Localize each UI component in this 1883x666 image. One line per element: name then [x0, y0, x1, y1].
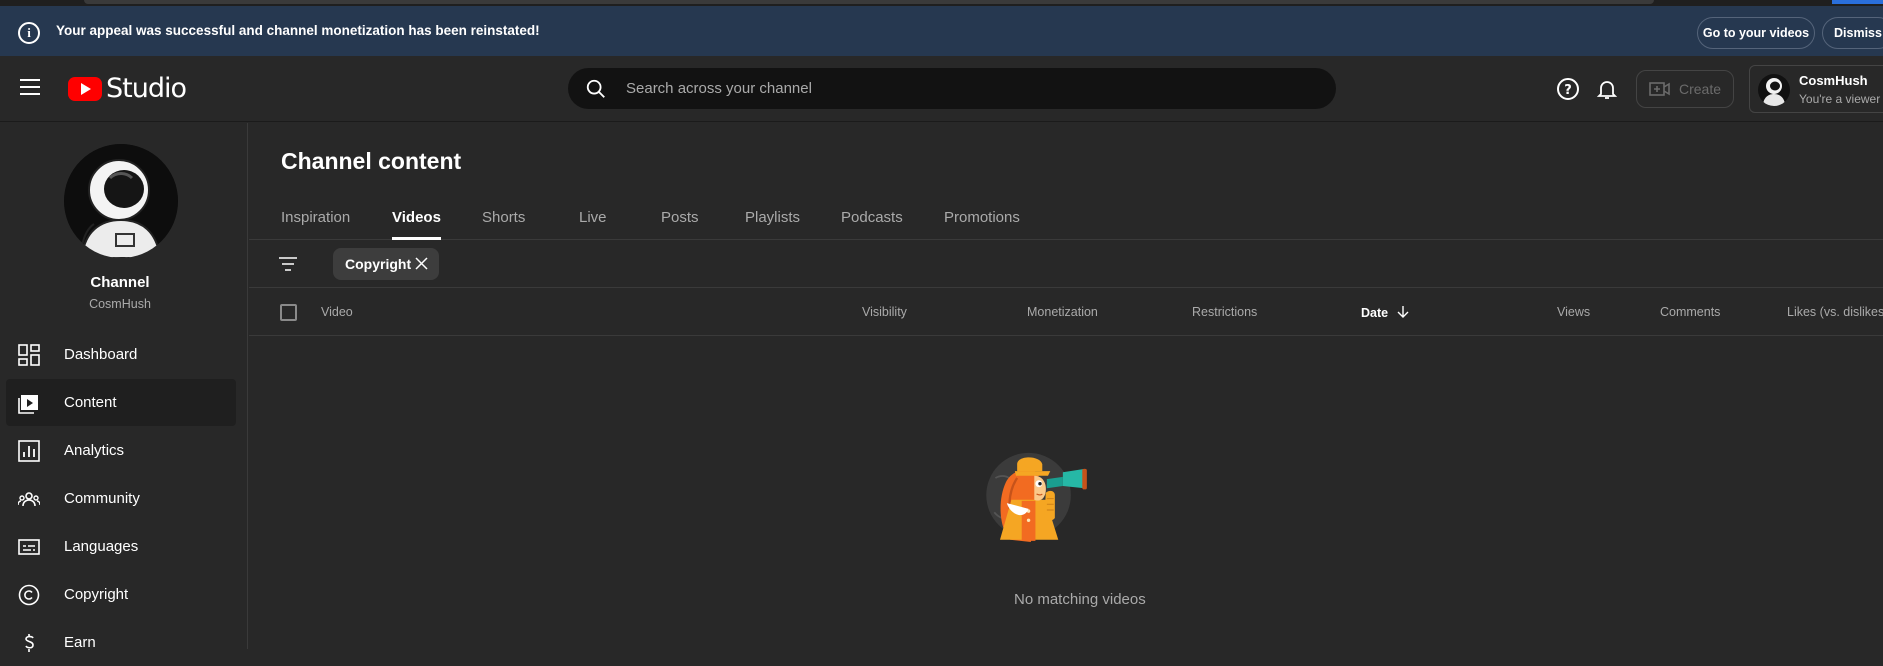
create-label: Create — [1678, 81, 1722, 97]
tab-videos[interactable]: Videos — [392, 209, 441, 226]
column-views: Views — [1557, 305, 1591, 319]
analytics-icon — [18, 440, 40, 462]
accent-strip — [1832, 0, 1883, 4]
filter-icon[interactable] — [278, 255, 298, 273]
sidebar-item-label: Earn — [64, 634, 96, 651]
content-icon — [18, 395, 38, 414]
channel-name: CosmHush — [89, 297, 151, 311]
sidebar-item-analytics[interactable]: Analytics — [6, 427, 236, 474]
column-monetization: Monetization — [1027, 305, 1098, 319]
studio-logo[interactable]: Studio — [68, 73, 187, 104]
dashboard-icon — [18, 344, 40, 366]
sidebar: Channel CosmHush Dashboard Content Analy… — [0, 123, 248, 652]
search-icon — [586, 79, 605, 98]
channel-avatar[interactable] — [64, 144, 178, 258]
account-name: CosmHush — [1799, 73, 1868, 88]
copyright-icon — [18, 584, 40, 606]
search-input[interactable]: Search across your channel — [626, 80, 812, 97]
tab-playlists[interactable]: Playlists — [745, 209, 800, 226]
account-role: You're a viewer — [1799, 92, 1881, 106]
go-to-videos-button[interactable]: Go to your videos — [1697, 17, 1815, 49]
app-header: Studio Search across your channel ? Crea… — [0, 56, 1883, 122]
menu-icon[interactable] — [20, 79, 40, 95]
column-comments: Comments — [1660, 305, 1721, 319]
close-icon[interactable] — [415, 257, 428, 270]
filter-bar: Copyright — [249, 240, 1883, 288]
search-bar[interactable]: Search across your channel — [568, 68, 1336, 109]
account-switcher[interactable]: CosmHush You're a viewer — [1749, 65, 1883, 113]
column-visibility: Visibility — [862, 305, 907, 319]
tab-shorts[interactable]: Shorts — [482, 209, 525, 226]
tab-podcasts[interactable]: Podcasts — [841, 209, 903, 226]
sidebar-item-label: Analytics — [64, 442, 125, 459]
sidebar-item-languages[interactable]: Languages — [6, 523, 236, 570]
content-tabs: Inspiration Videos Shorts Live Posts Pla… — [249, 195, 1883, 240]
empty-state-illustration — [986, 452, 1087, 542]
tab-promotions[interactable]: Promotions — [944, 209, 1020, 226]
filter-chip-label: Copyright — [345, 256, 412, 272]
help-icon[interactable]: ? — [1556, 77, 1580, 101]
sidebar-item-label: Copyright — [64, 586, 129, 603]
column-video: Video — [321, 305, 353, 319]
select-all-checkbox[interactable] — [280, 304, 297, 321]
column-date[interactable]: Date — [1361, 305, 1410, 320]
page-title: Channel content — [281, 148, 462, 174]
tab-live[interactable]: Live — [579, 209, 607, 226]
sort-down-arrow-icon — [1397, 306, 1409, 318]
notifications-bell-icon[interactable] — [1595, 77, 1619, 101]
tab-inspiration[interactable]: Inspiration — [281, 209, 350, 226]
logo-text: Studio — [106, 73, 187, 104]
column-date-label: Date — [1361, 306, 1389, 320]
column-restrictions: Restrictions — [1192, 305, 1258, 319]
svg-text:?: ? — [1564, 83, 1572, 98]
video-plus-icon — [1649, 82, 1670, 96]
info-icon: i — [18, 22, 40, 44]
sidebar-item-label: Dashboard — [64, 346, 138, 363]
sidebar-item-label: Content — [64, 394, 117, 411]
empty-state-message: No matching videos — [1014, 591, 1146, 608]
filter-chip-copyright[interactable]: Copyright — [333, 248, 439, 280]
dismiss-button[interactable]: Dismiss — [1822, 17, 1883, 49]
sidebar-item-content[interactable]: Content — [6, 379, 236, 426]
earn-icon — [25, 634, 34, 652]
sidebar-item-copyright[interactable]: Copyright — [6, 571, 236, 618]
table-header: Video Visibility Monetization Restrictio… — [249, 288, 1883, 336]
sidebar-item-label: Community — [64, 490, 140, 507]
sidebar-item-earn[interactable]: Earn — [6, 619, 236, 666]
languages-icon — [18, 539, 40, 555]
sidebar-item-label: Languages — [64, 538, 139, 555]
account-avatar — [1758, 74, 1790, 106]
column-likes: Likes (vs. dislikes) — [1787, 305, 1883, 319]
channel-title: Channel — [90, 274, 150, 291]
community-icon — [18, 492, 40, 507]
youtube-logo-icon — [68, 76, 102, 101]
tab-posts[interactable]: Posts — [661, 209, 699, 226]
notification-banner: i Your appeal was successful and channel… — [0, 6, 1883, 56]
sidebar-item-community[interactable]: Community — [6, 475, 236, 522]
browser-tab-bar — [84, 0, 1654, 4]
banner-message: Your appeal was successful and channel m… — [56, 23, 540, 38]
sidebar-item-dashboard[interactable]: Dashboard — [6, 331, 236, 378]
create-button[interactable]: Create — [1636, 70, 1734, 108]
